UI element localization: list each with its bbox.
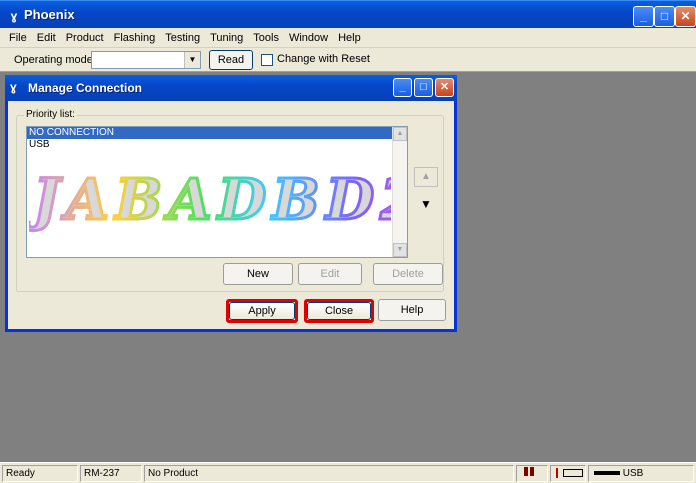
close-icon[interactable]: ✕ bbox=[675, 6, 696, 27]
scroll-down-icon[interactable]: ▼ bbox=[393, 243, 407, 257]
status-indicator-panel bbox=[516, 465, 548, 482]
close-button[interactable]: Close bbox=[307, 302, 371, 320]
delete-button[interactable]: Delete bbox=[373, 263, 443, 285]
help-button[interactable]: Help bbox=[378, 299, 446, 321]
scroll-up-icon[interactable]: ▲ bbox=[393, 127, 407, 141]
watermark-text: JABADBD24 bbox=[29, 167, 391, 233]
dialog-title: Manage Connection bbox=[28, 81, 143, 95]
dialog-minimize-icon[interactable]: _ bbox=[393, 78, 412, 97]
operating-mode-select[interactable]: ▼ bbox=[91, 51, 201, 69]
menu-window[interactable]: Window bbox=[284, 32, 333, 44]
maximize-icon[interactable]: □ bbox=[654, 6, 675, 27]
edit-button[interactable]: Edit bbox=[298, 263, 362, 285]
toolbar: Operating mode: ▼ Read Change with Reset bbox=[0, 48, 696, 72]
priority-listbox[interactable]: NO CONNECTION USB ▲ ▼ JABADBD24 bbox=[26, 126, 408, 258]
menu-help[interactable]: Help bbox=[333, 32, 366, 44]
phoenix-dialog-icon: ɣ bbox=[10, 80, 17, 94]
window-title: Phoenix bbox=[24, 7, 75, 22]
read-button[interactable]: Read bbox=[209, 50, 253, 70]
dialog-maximize-icon[interactable]: □ bbox=[414, 78, 433, 97]
menu-product[interactable]: Product bbox=[61, 32, 109, 44]
apply-button[interactable]: Apply bbox=[229, 302, 295, 320]
priority-list-label: Priority list: bbox=[24, 109, 77, 120]
list-item[interactable]: USB bbox=[27, 139, 407, 151]
chevron-down-icon[interactable]: ▼ bbox=[184, 52, 200, 68]
status-connection-panel: USB bbox=[588, 465, 694, 482]
move-up-icon[interactable]: ▲ bbox=[414, 167, 438, 187]
manage-connection-dialog: ɣ Manage Connection _ □ ✕ Priority list:… bbox=[5, 75, 457, 332]
list-scrollbar[interactable]: ▲ ▼ bbox=[392, 127, 407, 257]
status-device-panel bbox=[550, 465, 586, 482]
list-item[interactable]: NO CONNECTION bbox=[27, 127, 407, 139]
status-model: RM-237 bbox=[80, 465, 142, 482]
dialog-close-icon[interactable]: ✕ bbox=[435, 78, 454, 97]
menu-testing[interactable]: Testing bbox=[160, 32, 205, 44]
dialog-title-bar[interactable]: ɣ Manage Connection _ □ ✕ bbox=[5, 75, 457, 101]
minimize-icon[interactable]: _ bbox=[633, 6, 654, 27]
status-product: No Product bbox=[144, 465, 514, 482]
status-connection: USB bbox=[622, 468, 644, 479]
battery-icon bbox=[562, 469, 583, 478]
change-with-reset-label: Change with Reset bbox=[277, 53, 370, 65]
menu-bar: File Edit Product Flashing Testing Tunin… bbox=[0, 28, 696, 48]
menu-tools[interactable]: Tools bbox=[248, 32, 284, 44]
watermark-graphic: JABADBD24 bbox=[29, 166, 391, 234]
status-state: Ready bbox=[2, 465, 78, 482]
change-with-reset-checkbox[interactable] bbox=[261, 54, 273, 66]
usb-plug-icon bbox=[594, 471, 620, 476]
operating-mode-label: Operating mode: bbox=[14, 54, 96, 66]
menu-file[interactable]: File bbox=[4, 32, 32, 44]
menu-flashing[interactable]: Flashing bbox=[109, 32, 161, 44]
menu-tuning[interactable]: Tuning bbox=[205, 32, 248, 44]
move-down-icon[interactable]: ▼ bbox=[414, 195, 438, 215]
status-bar: Ready RM-237 No Product USB bbox=[0, 462, 696, 483]
phoenix-app-icon: ɣ bbox=[10, 9, 18, 23]
menu-edit[interactable]: Edit bbox=[32, 32, 61, 44]
main-title-bar[interactable]: ɣ Phoenix _ □ ✕ bbox=[0, 0, 696, 30]
new-button[interactable]: New bbox=[223, 263, 293, 285]
